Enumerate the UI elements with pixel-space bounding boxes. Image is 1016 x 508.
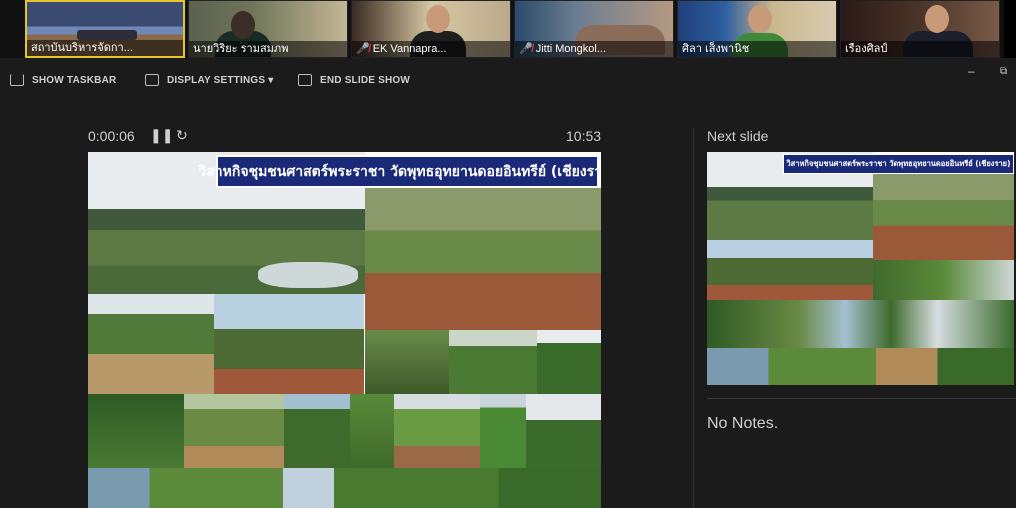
- slide-photo: [88, 394, 184, 468]
- participant-name: EK Vannapra...: [372, 43, 447, 55]
- restore-button[interactable]: ⧉: [1000, 66, 1007, 77]
- slide-photo: [707, 300, 1014, 348]
- display-settings-icon: [145, 74, 159, 86]
- minimize-button[interactable]: –: [968, 64, 975, 78]
- show-taskbar-label: SHOW TASKBAR: [32, 74, 117, 86]
- participant-name: สถาบันบริหารจัดกา...: [31, 42, 133, 54]
- muted-mic-icon: 🎤̸: [356, 43, 370, 55]
- display-settings-label: DISPLAY SETTINGS ▾: [167, 74, 274, 86]
- slide-photo: [873, 174, 1014, 260]
- show-taskbar-button[interactable]: SHOW TASKBAR: [10, 74, 116, 86]
- pane-divider[interactable]: [693, 128, 694, 508]
- slide-photo: [873, 260, 1014, 300]
- slide-photo: [537, 330, 601, 394]
- participant-tile[interactable]: 🎤̸ EK Vannapra...: [351, 0, 511, 58]
- slide-photo: [526, 394, 601, 468]
- elapsed-timer: 0:00:06: [88, 128, 135, 144]
- muted-mic-icon: 🎤̸: [519, 43, 533, 55]
- current-time: 10:53: [566, 128, 602, 144]
- slide-photo: [480, 394, 526, 468]
- current-slide[interactable]: วิสาหกิจชุมชนศาสตร์พระราชา วัดพุทธอุทยาน…: [88, 152, 601, 508]
- slide-title-banner: วิสาหกิจชุมชนศาสตร์พระราชา วัดพุทธอุทยาน…: [198, 155, 601, 188]
- participant-tile[interactable]: นายวิริยะ รามสมภพ: [188, 0, 348, 58]
- strip-edge: [1004, 0, 1016, 58]
- end-show-icon: [298, 74, 312, 86]
- end-slide-show-label: END SLIDE SHOW: [320, 74, 411, 86]
- slideshow-toolbar: SHOW TASKBAR DISPLAY SETTINGS ▾ END SLID…: [0, 66, 1016, 96]
- slide-photo: [365, 188, 601, 330]
- restart-icon[interactable]: ↻: [176, 127, 188, 144]
- participant-tile[interactable]: เรืองศิลป์: [840, 0, 1000, 58]
- taskbar-icon: [10, 74, 24, 86]
- slide-photo: [707, 240, 873, 300]
- slide-photo: [365, 330, 449, 394]
- slide-photo: [88, 294, 214, 394]
- participant-tile[interactable]: 🎤̸ Jitti Mongkol...: [514, 0, 674, 58]
- participant-strip: สถาบันบริหารจัดกา... นายวิริยะ รามสมภพ 🎤…: [0, 0, 1016, 58]
- participant-name: Jitti Mongkol...: [535, 43, 607, 55]
- next-slide-preview[interactable]: วิสาหกิจชุมชนศาสตร์พระราชา วัดพุทธอุทยาน…: [707, 152, 1014, 385]
- participant-tile[interactable]: สถาบันบริหารจัดกา...: [25, 0, 185, 58]
- slide-photo: [449, 330, 537, 394]
- slide-photo: [214, 294, 364, 394]
- participant-name: ศิลา เส็งพานิช: [682, 43, 750, 55]
- speaker-notes: No Notes.: [707, 415, 779, 432]
- slide-photo: [258, 262, 358, 288]
- slide-photo: [284, 394, 350, 468]
- participant-tile[interactable]: ศิลา เส็งพานิช: [677, 0, 837, 58]
- pause-icon[interactable]: ❚❚: [150, 127, 173, 144]
- slide-photo: [88, 468, 601, 508]
- next-slide-label: Next slide: [707, 128, 769, 144]
- slide-photo: [350, 394, 394, 468]
- participant-name: เรืองศิลป์: [845, 43, 888, 55]
- slideshow-presenter-window: สถาบันบริหารจัดกา... นายวิริยะ รามสมภพ 🎤…: [0, 0, 1016, 508]
- slide-photo: [394, 394, 480, 468]
- display-settings-button[interactable]: DISPLAY SETTINGS ▾: [145, 74, 273, 86]
- end-slide-show-button[interactable]: END SLIDE SHOW: [298, 74, 410, 86]
- slide-photo: [707, 348, 1014, 385]
- notes-separator: [707, 398, 1016, 399]
- participant-name: นายวิริยะ รามสมภพ: [193, 43, 289, 55]
- slide-photo: [184, 394, 284, 468]
- next-slide-title-banner: วิสาหกิจชุมชนศาสตร์พระราชา วัดพุทธอุทยาน…: [783, 154, 1014, 174]
